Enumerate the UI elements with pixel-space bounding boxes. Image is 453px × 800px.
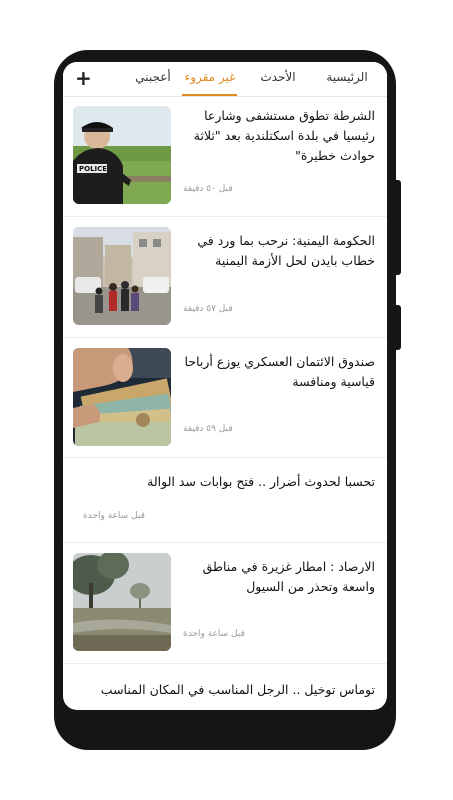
article-title-line: حوادث خطيرة"	[295, 148, 375, 163]
article-title-line: صندوق الائتمان العسكري يوزع أرباحا	[184, 354, 375, 369]
tab-liked[interactable]: أعجبني	[123, 62, 183, 96]
article-thumbnail[interactable]	[73, 348, 171, 446]
list-item[interactable]: POLICE الشرطة تطوق مستشفى وشارعا رئيسيا …	[63, 97, 387, 217]
news-feed: POLICE الشرطة تطوق مستشفى وشارعا رئيسيا …	[63, 97, 387, 710]
article-title[interactable]: الحكومة اليمنية: نرحب بما ورد في خطاب با…	[177, 231, 375, 271]
list-item[interactable]: الارصاد : امطار غزيرة في مناطق واسعة وتح…	[63, 543, 387, 664]
list-item[interactable]: توماس توخيل .. الرجل المناسب في المكان ا…	[63, 664, 387, 710]
article-timestamp: قبل ٥٠ دقيقة	[183, 184, 233, 194]
article-title[interactable]: الارصاد : امطار غزيرة في مناطق واسعة وتح…	[177, 557, 375, 597]
volume-button	[396, 180, 401, 275]
article-title-line: قياسية ومنافسة	[292, 374, 375, 389]
article-title-line: واسعة وتحذر من السيول	[246, 579, 375, 594]
svg-text:POLICE: POLICE	[79, 165, 107, 173]
article-thumbnail[interactable]	[73, 227, 171, 325]
article-thumbnail[interactable]: POLICE	[73, 106, 171, 204]
list-item[interactable]: تحسبا لحدوث أضرار .. فتح بوابات سد الوال…	[63, 458, 387, 543]
tab-unread[interactable]: غير مقروء	[182, 62, 238, 96]
money-hand-image	[73, 348, 171, 446]
article-title-line: الحكومة اليمنية: نرحب بما ورد في	[197, 233, 375, 248]
active-tab-indicator	[182, 94, 237, 96]
tab-bar: + أعجبني غير مقروء الأحدث الرئيسية	[63, 62, 387, 97]
rainy-field-image	[73, 553, 171, 651]
article-title-line: توماس توخيل .. الرجل المناسب في المكان ا…	[100, 682, 375, 697]
tab-home[interactable]: الرئيسية	[313, 62, 381, 96]
article-title[interactable]: تحسبا لحدوث أضرار .. فتح بوابات سد الوال…	[75, 472, 375, 492]
article-thumbnail[interactable]	[73, 553, 171, 651]
article-title[interactable]: صندوق الائتمان العسكري يوزع أرباحا قياسي…	[177, 352, 375, 392]
article-title-line: تحسبا لحدوث أضرار .. فتح بوابات سد الوال…	[147, 474, 375, 489]
article-timestamp: قبل ٥٧ دقيقة	[183, 304, 233, 314]
add-tab-button[interactable]: +	[75, 66, 92, 90]
article-title-line: رئيسيا في بلدة اسكتلندية بعد "ثلاثة	[193, 128, 375, 143]
article-timestamp: قبل ساعة واحدة	[83, 511, 145, 521]
article-title-line: الشرطة تطوق مستشفى وشارعا	[204, 108, 375, 123]
article-timestamp: قبل ٥٩ دقيقة	[183, 424, 233, 434]
app-screen: + أعجبني غير مقروء الأحدث الرئيسية POLIC…	[63, 62, 387, 710]
article-title-line: خطاب بايدن لحل الأزمة اليمنية	[215, 253, 375, 268]
tab-latest[interactable]: الأحدث	[248, 62, 308, 96]
street-crowd-image	[73, 227, 171, 325]
police-officer-image: POLICE	[73, 106, 171, 204]
article-timestamp: قبل ساعة واحدة	[183, 629, 245, 639]
power-button	[396, 305, 401, 350]
article-title-line: الارصاد : امطار غزيرة في مناطق	[202, 559, 375, 574]
list-item[interactable]: صندوق الائتمان العسكري يوزع أرباحا قياسي…	[63, 338, 387, 458]
article-title[interactable]: الشرطة تطوق مستشفى وشارعا رئيسيا في بلدة…	[177, 106, 375, 166]
article-title[interactable]: توماس توخيل .. الرجل المناسب في المكان ا…	[65, 680, 375, 700]
list-item[interactable]: الحكومة اليمنية: نرحب بما ورد في خطاب با…	[63, 217, 387, 338]
